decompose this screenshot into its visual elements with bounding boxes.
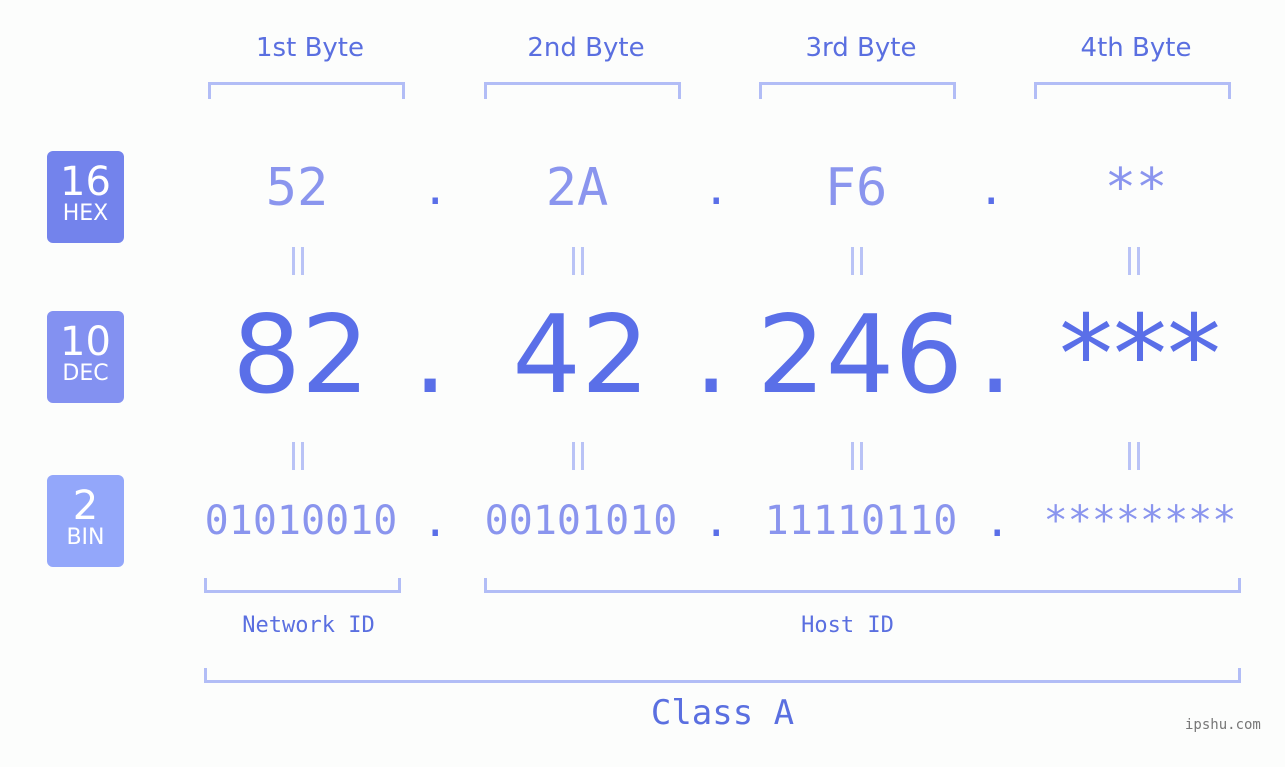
network-id-label: Network ID (242, 613, 375, 638)
byte-bracket-4 (1034, 82, 1231, 99)
dec-byte-4: *** (1059, 293, 1221, 418)
equals-sign (851, 247, 865, 275)
dec-dot-2: . (694, 293, 729, 418)
network-id-bracket (204, 578, 401, 593)
bin-dot-3: . (984, 496, 1011, 547)
bin-base: 2 (72, 483, 99, 529)
equals-sign (572, 247, 586, 275)
hex-badge: 16 HEX (47, 151, 124, 243)
bin-byte-3: 11110110 (764, 498, 958, 544)
dec-byte-1: 82 (232, 293, 370, 418)
dec-byte-2: 42 (512, 293, 650, 418)
byte-header-2: 2nd Byte (527, 33, 645, 63)
bin-byte-2: 00101010 (484, 498, 678, 544)
dec-dot-1: . (413, 293, 448, 418)
byte-header-4: 4th Byte (1080, 33, 1192, 63)
byte-header-1: 1st Byte (256, 33, 364, 63)
ip-class-label: Class A (650, 693, 795, 733)
dec-byte-3: 246 (756, 293, 964, 418)
dec-base: 10 (60, 319, 111, 365)
bin-badge: 2 BIN (47, 475, 124, 567)
equals-sign (292, 247, 306, 275)
class-bracket (204, 668, 1241, 683)
hex-dot-1: . (422, 164, 449, 215)
equals-sign (1128, 247, 1142, 275)
hex-byte-4: ** (1104, 158, 1168, 218)
bin-dot-1: . (422, 496, 449, 547)
dec-dot-3: . (978, 293, 1013, 418)
bin-byte-4: ******** (1043, 498, 1237, 544)
byte-bracket-1 (208, 82, 405, 99)
dec-badge: 10 DEC (47, 311, 124, 403)
host-id-label: Host ID (801, 613, 894, 638)
hex-byte-2: 2A (545, 158, 609, 218)
hex-byte-3: F6 (824, 158, 888, 218)
watermark: ipshu.com (1185, 717, 1261, 733)
bin-dot-2: . (703, 496, 730, 547)
hex-dot-2: . (703, 164, 730, 215)
equals-sign (292, 442, 306, 470)
host-id-bracket (484, 578, 1241, 593)
bin-byte-1: 01010010 (204, 498, 398, 544)
byte-bracket-2 (484, 82, 681, 99)
hex-base: 16 (60, 159, 111, 205)
byte-bracket-3 (759, 82, 956, 99)
hex-dot-3: . (978, 164, 1005, 215)
equals-sign (1128, 442, 1142, 470)
bin-label: BIN (66, 525, 105, 550)
dec-label: DEC (62, 361, 109, 386)
hex-label: HEX (62, 201, 109, 226)
equals-sign (851, 442, 865, 470)
hex-byte-1: 52 (265, 158, 329, 218)
equals-sign (572, 442, 586, 470)
byte-header-3: 3rd Byte (805, 33, 917, 63)
